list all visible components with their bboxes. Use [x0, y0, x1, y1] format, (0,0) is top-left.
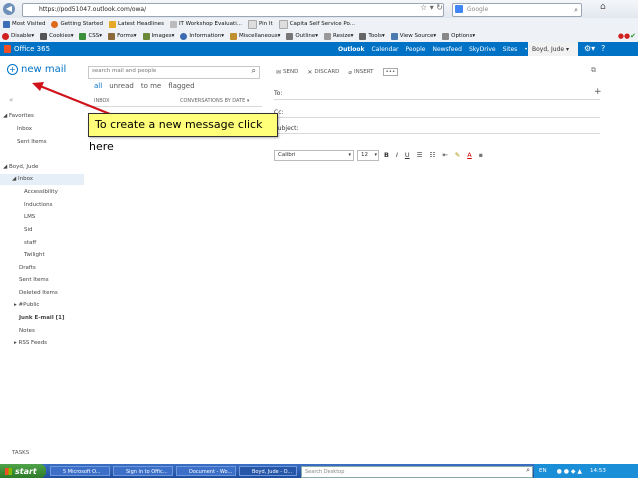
- language-indicator[interactable]: EN: [539, 468, 547, 474]
- search-icon[interactable]: ⌕: [526, 466, 530, 475]
- system-tray: EN ● ● ◆ ▲ 14:53: [534, 464, 638, 478]
- start-button[interactable]: start: [0, 464, 46, 478]
- desktop-search-input[interactable]: Search Desktop ⌕: [301, 466, 533, 478]
- taskbar-item-document[interactable]: Document - Wo...: [176, 466, 236, 476]
- taskbar-item-signin[interactable]: Sign in to Offic...: [113, 466, 173, 476]
- instruction-callout: To create a new message click here: [88, 113, 278, 153]
- taskbar-item-outlook-group[interactable]: 5 Microsoft O...: [50, 466, 110, 476]
- callout-arrow: [32, 82, 111, 116]
- taskbar-item-boyd-jude[interactable]: Boyd, Jude - O...: [239, 466, 297, 476]
- arrow-shaft: [39, 84, 111, 116]
- clock[interactable]: 14:53: [590, 468, 606, 474]
- windows-logo-icon: [5, 467, 12, 475]
- tray-icons[interactable]: ● ● ◆ ▲: [557, 468, 582, 475]
